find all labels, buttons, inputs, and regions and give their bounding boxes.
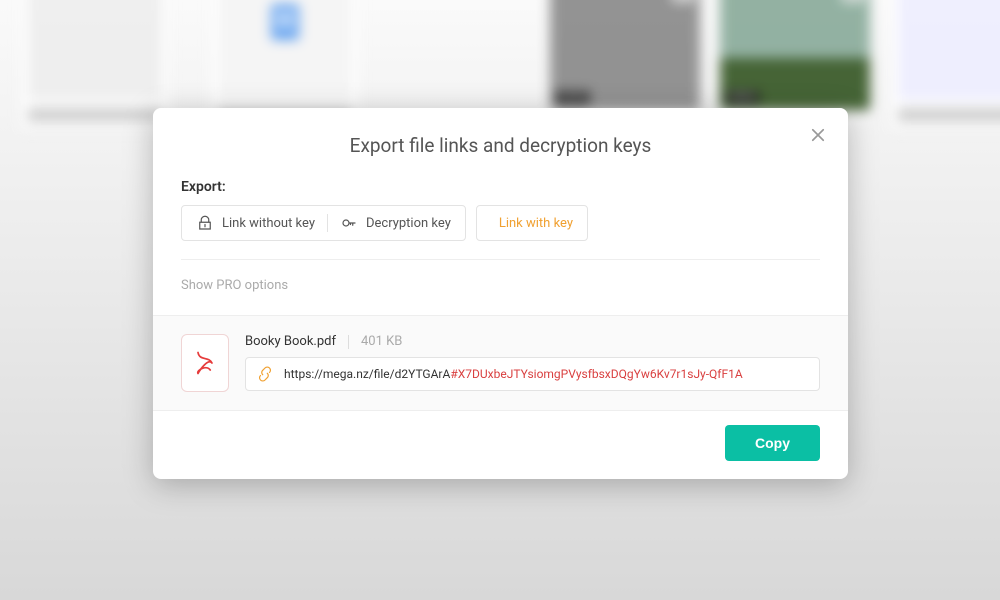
link-key: #X7DUxbeJTYsiomgPVysfbsxDQgYw6Kv7r1sJy-Q… [450, 367, 742, 381]
pdf-file-icon [181, 334, 229, 392]
link-field[interactable]: https://mega.nz/file/d2YTGArA#X7DUxbeJTY… [245, 357, 820, 391]
file-size: 401 KB [361, 334, 402, 349]
modal-footer: Copy [153, 411, 848, 479]
thumb-video: 00:06 [720, 0, 870, 110]
button-label: Link without key [222, 216, 315, 231]
button-label: Decryption key [366, 216, 451, 231]
show-pro-options-link[interactable]: Show PRO options [181, 278, 288, 293]
thumb [890, 0, 1000, 130]
button-label: Link with key [499, 216, 573, 231]
link-key-icon [256, 365, 274, 383]
thumb-video: 04:00 [550, 0, 700, 110]
export-options-row: Link without key Decryption key Link wit… [181, 205, 820, 241]
link-base: https://mega.nz/file/d2YTGArA [284, 367, 450, 381]
modal-title: Export file links and decryption keys [181, 134, 820, 157]
link-text: https://mega.nz/file/d2YTGArA#X7DUxbeJTY… [284, 367, 809, 381]
export-option-group: Link without key Decryption key [181, 205, 466, 241]
export-label: Export: [181, 179, 820, 195]
decryption-key-button[interactable]: Decryption key [340, 214, 451, 232]
close-icon [809, 126, 827, 144]
divider [348, 335, 349, 349]
modal-header: Export file links and decryption keys [153, 108, 848, 171]
link-without-key-button[interactable]: Link without key [196, 214, 315, 232]
divider [327, 214, 328, 232]
file-meta: Booky Book.pdf 401 KB https://mega.nz/fi… [245, 334, 820, 391]
link-with-key-button[interactable]: Link with key [476, 205, 588, 241]
key-icon [340, 214, 358, 232]
separator [181, 259, 820, 260]
thumb [20, 0, 170, 130]
file-name-row: Booky Book.pdf 401 KB [245, 334, 820, 349]
file-name: Booky Book.pdf [245, 334, 336, 349]
export-links-modal: Export file links and decryption keys Ex… [153, 108, 848, 479]
file-row: Booky Book.pdf 401 KB https://mega.nz/fi… [153, 315, 848, 411]
lock-icon [196, 214, 214, 232]
modal-body: Export: Link without key Decryption key [153, 171, 848, 315]
close-button[interactable] [806, 126, 830, 150]
copy-button[interactable]: Copy [725, 425, 820, 461]
